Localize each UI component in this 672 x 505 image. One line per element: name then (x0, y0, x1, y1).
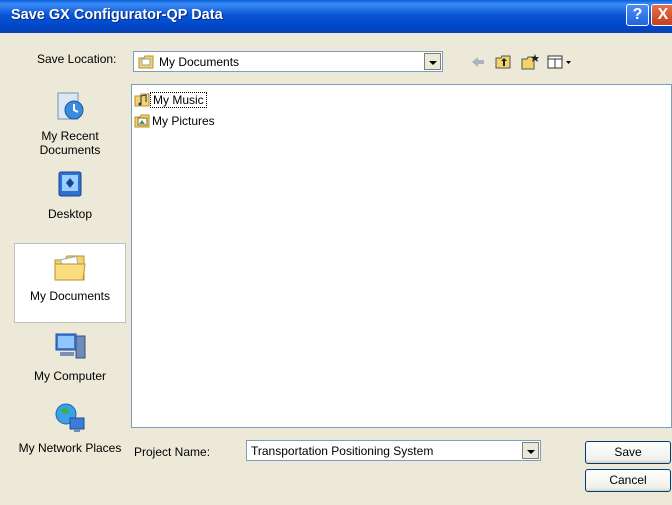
help-button[interactable]: ? (626, 4, 649, 26)
cancel-button[interactable]: Cancel (585, 469, 671, 492)
up-folder-icon[interactable] (494, 53, 514, 71)
place-my-network-places[interactable]: My Network Places (14, 402, 126, 455)
title-bar[interactable]: Save GX Configurator-QP Data ? X (0, 0, 672, 33)
save-location-dropdown-button[interactable] (424, 53, 441, 70)
music-folder-icon (134, 93, 150, 107)
views-menu-icon[interactable] (546, 53, 574, 71)
my-documents-icon (138, 55, 154, 69)
place-label: My Network Places (18, 441, 122, 455)
project-name-dropdown-button[interactable] (522, 442, 539, 459)
save-button[interactable]: Save (585, 441, 671, 464)
save-location-value: My Documents (159, 55, 240, 69)
my-computer-icon (55, 333, 86, 359)
project-name-field[interactable]: Transportation Positioning System (246, 440, 541, 461)
pictures-folder-icon (134, 114, 150, 128)
desktop-icon (58, 171, 82, 197)
new-folder-icon[interactable] (520, 53, 540, 71)
save-dialog: Save GX Configurator-QP Data ? X Save Lo… (0, 0, 672, 505)
place-my-recent-documents[interactable]: My Recent Documents (14, 90, 126, 157)
file-list[interactable]: My Music My Pictures (131, 84, 672, 428)
place-label: Desktop (47, 207, 93, 221)
window-title: Save GX Configurator-QP Data (11, 7, 223, 23)
place-label: My Recent Documents (39, 129, 101, 157)
close-button[interactable]: X (651, 4, 672, 26)
back-arrow-icon[interactable] (468, 53, 488, 71)
network-places-icon (55, 403, 85, 432)
file-name: My Music (150, 92, 207, 108)
place-my-computer[interactable]: My Computer (14, 330, 126, 383)
place-label: My Documents (29, 289, 111, 303)
save-location-select[interactable]: My Documents (133, 51, 443, 72)
project-name-label: Project Name: (134, 445, 211, 459)
project-name-value: Transportation Positioning System (251, 444, 434, 458)
recent-documents-icon (57, 92, 84, 120)
place-my-documents[interactable]: My Documents (14, 243, 126, 323)
file-name: My Pictures (152, 114, 215, 128)
place-label: My Computer (33, 369, 107, 383)
save-location-label: Save Location: (37, 52, 117, 66)
chevron-down-icon (526, 450, 535, 454)
places-bar: My Recent Documents Desktop My Documents (14, 82, 126, 478)
place-desktop[interactable]: Desktop (14, 168, 126, 221)
my-documents-icon (54, 255, 86, 281)
chevron-down-icon (428, 61, 437, 65)
